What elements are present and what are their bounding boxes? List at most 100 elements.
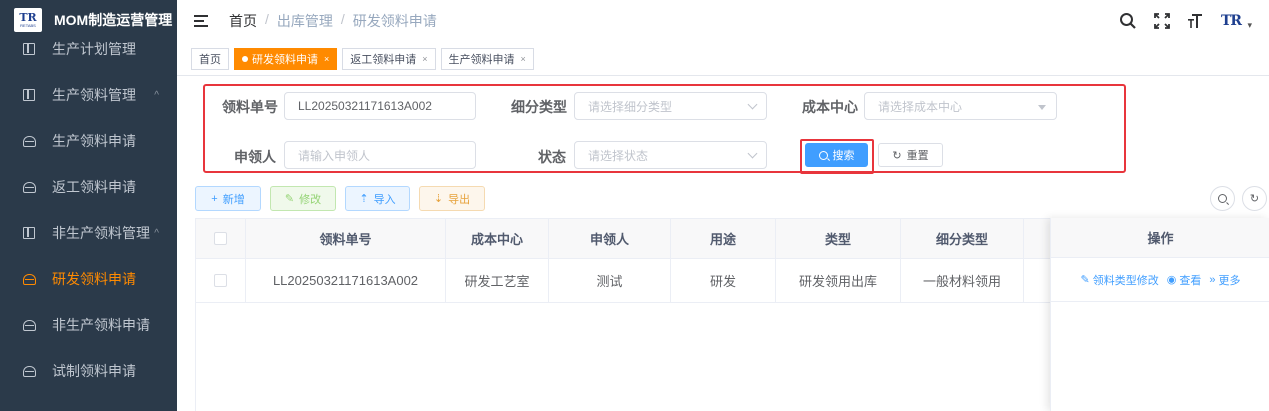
reset-button-label: 重置 — [906, 150, 929, 162]
select-all-cell — [196, 219, 246, 258]
modify-type-label: 领料类型修改 — [1092, 274, 1159, 287]
chevron-up-icon: ^ — [154, 227, 159, 239]
cell-cost-center: 研发工艺室 — [446, 259, 549, 302]
export-button[interactable]: ⇣ 导出 — [419, 186, 485, 211]
cell-order-no: LL20250321171613A002 — [246, 259, 446, 302]
sidebar-item-rd-request[interactable]: 研发领料申请 — [0, 256, 177, 302]
sidebar-item-label: 返工领料申请 — [52, 179, 136, 195]
reset-button[interactable]: ↻ 重置 — [878, 143, 943, 167]
search-button-label: 搜索 — [832, 150, 855, 162]
edit-button[interactable]: ✎ 修改 — [270, 186, 336, 211]
order-no-input[interactable]: LL20250321171613A002 — [284, 92, 476, 120]
status-placeholder: 请选择状态 — [588, 148, 649, 163]
tag-production-request[interactable]: 生产领料申请 × — [440, 47, 534, 70]
applicant-label: 申领人 — [234, 149, 276, 165]
view-label: 查看 — [1179, 274, 1202, 287]
sidebar-item-label: 生产计划管理 — [52, 41, 136, 57]
operations-header: 操作 — [1051, 218, 1269, 258]
user-avatar-logo[interactable]: TR — [1221, 13, 1251, 31]
sidebar-item-rework-request[interactable]: 返工领料申请 — [0, 164, 177, 210]
search-icon[interactable] — [1119, 12, 1137, 30]
edit-icon: ✎ — [284, 193, 295, 205]
status-select[interactable]: 请选择状态 — [574, 141, 767, 169]
tag-rd-request[interactable]: 研发领料申请 × — [234, 47, 338, 70]
refresh-icon: ↻ — [1249, 193, 1260, 205]
header-actions: TR — [1119, 0, 1263, 42]
tag-label: 返工领料申请 — [350, 53, 417, 66]
fullscreen-icon[interactable] — [1153, 12, 1171, 30]
column-header[interactable]: 类型 — [776, 219, 901, 258]
double-chevron-right-icon: » — [1209, 273, 1216, 286]
hamburger-icon[interactable] — [194, 15, 208, 27]
sidebar-item-label: 研发领料申请 — [52, 271, 136, 287]
subtype-label: 细分类型 — [511, 99, 567, 115]
sidebar-item-nonproduction-request[interactable]: 非生产领料申请 — [0, 302, 177, 348]
edit-icon: ✎ — [1080, 274, 1090, 286]
close-icon[interactable]: × — [324, 54, 329, 64]
sidebar-item-nonproduction-picking[interactable]: 非生产领料管理 ^ — [0, 210, 177, 256]
sidebar-item-production-picking[interactable]: 生产领料管理 ^ — [0, 72, 177, 118]
edit-button-label: 修改 — [299, 193, 322, 206]
app-logo-bar[interactable]: TR RETABS MOM制造运营管理 — [0, 0, 177, 40]
cost-center-placeholder: 请选择成本中心 — [878, 99, 963, 114]
export-button-label: 导出 — [448, 193, 471, 206]
column-header[interactable]: 用途 — [671, 219, 776, 258]
sidebar-item-label: 试制领料申请 — [52, 363, 136, 379]
app-logo: TR RETABS — [14, 8, 42, 32]
column-header[interactable]: 成本中心 — [446, 219, 549, 258]
breadcrumb-current: 研发领料申请 — [352, 13, 437, 29]
close-icon[interactable]: × — [422, 54, 427, 64]
helmet-icon — [22, 318, 36, 332]
search-button[interactable]: 搜索 — [805, 143, 868, 167]
grid-icon — [22, 88, 36, 102]
refresh-button[interactable]: ↻ — [1242, 186, 1267, 211]
status-label: 状态 — [538, 149, 566, 165]
sidebar-item-production-request[interactable]: 生产领料申请 — [0, 118, 177, 164]
add-button[interactable]: + 新增 — [195, 186, 261, 211]
helmet-icon — [22, 134, 36, 148]
view-link[interactable]: ◉ 查看 — [1167, 272, 1202, 288]
breadcrumb-home[interactable]: 首页 — [229, 11, 257, 31]
import-button[interactable]: ⇡ 导入 — [345, 186, 410, 211]
eye-icon: ◉ — [1166, 274, 1177, 286]
logo-text: TR — [19, 11, 37, 24]
chevron-up-icon: ^ — [154, 89, 159, 101]
sidebar-item-trial-request[interactable]: 试制领料申请 — [0, 348, 177, 394]
cell-type: 研发领用出库 — [776, 259, 901, 302]
select-all-checkbox[interactable] — [214, 232, 227, 245]
row-checkbox[interactable] — [214, 274, 227, 287]
column-header[interactable]: 领料单号 — [246, 219, 446, 258]
cell-applicant: 测试 — [549, 259, 671, 302]
tag-label: 研发领料申请 — [252, 53, 318, 66]
row-select-cell — [196, 259, 246, 302]
sidebar-item-label: 生产领料管理 — [52, 87, 136, 103]
import-button-label: 导入 — [373, 193, 396, 206]
cost-center-select[interactable]: 请选择成本中心 — [864, 92, 1057, 120]
column-header[interactable]: 细分类型 — [901, 219, 1024, 258]
sidebar-item-label: 生产领料申请 — [52, 133, 136, 149]
font-size-icon[interactable] — [1187, 12, 1205, 30]
tag-home[interactable]: 首页 — [191, 47, 229, 70]
order-no-label: 领料单号 — [222, 99, 278, 115]
grid-icon — [22, 42, 36, 56]
toggle-search-button[interactable] — [1210, 186, 1235, 211]
refresh-icon: ↻ — [892, 149, 902, 162]
breadcrumb: 首页 / 出库管理 / 研发领料申请 — [229, 11, 437, 31]
subtype-select[interactable]: 请选择细分类型 — [574, 92, 767, 120]
modify-type-link[interactable]: ✎ 领料类型修改 — [1081, 272, 1159, 288]
chevron-down-icon — [747, 148, 758, 159]
sidebar-item-label: 非生产领料管理 — [52, 225, 150, 241]
tag-rework-request[interactable]: 返工领料申请 × — [342, 47, 436, 70]
sidebar: 生产计划管理 生产领料管理 ^ 生产领料申请 返工领料申请 非生产领料管理 ^ … — [0, 0, 177, 411]
upload-icon: ⇡ — [359, 193, 369, 205]
breadcrumb-separator: / — [265, 11, 269, 27]
sidebar-item-label: 非生产领料申请 — [52, 317, 150, 333]
more-link[interactable]: » 更多 — [1209, 272, 1240, 288]
subtype-placeholder: 请选择细分类型 — [588, 99, 673, 114]
helmet-icon — [22, 180, 36, 194]
order-no-value: LL20250321171613A002 — [298, 99, 432, 113]
column-header[interactable]: 申领人 — [549, 219, 671, 258]
applicant-input[interactable]: 请输入申领人 — [284, 141, 476, 169]
search-icon — [818, 150, 828, 160]
close-icon[interactable]: × — [521, 54, 526, 64]
